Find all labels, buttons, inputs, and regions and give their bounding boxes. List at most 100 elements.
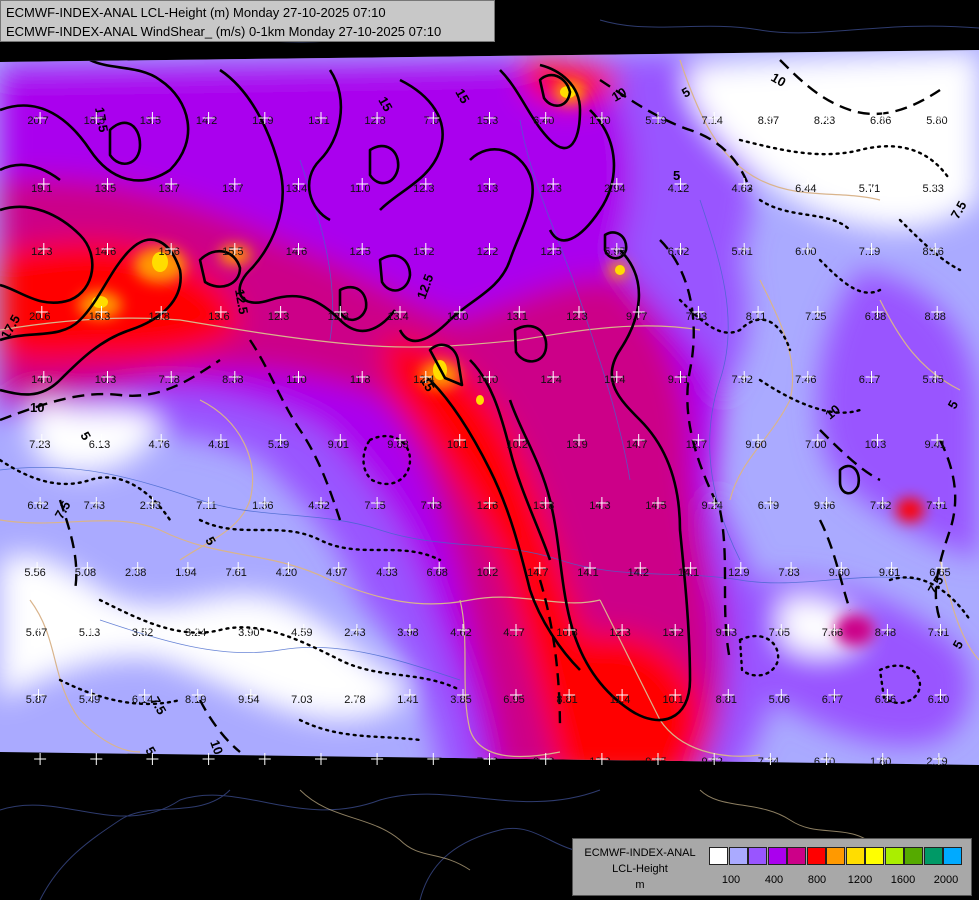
station-value: 6.13 — [89, 439, 110, 451]
station-value: 14.3 — [589, 500, 610, 512]
legend-tick: 800 — [807, 874, 827, 886]
station-value: 6.79 — [758, 500, 779, 512]
station-value: 4.12 — [668, 183, 689, 195]
station-value: 13.4 — [387, 311, 408, 323]
grid-cross — [34, 753, 47, 765]
station-value: 3.55 — [364, 756, 385, 768]
legend-tick: 2000 — [933, 874, 959, 886]
legend-tick: 1600 — [890, 874, 916, 886]
map-viewer: 17.5 17.5 15 15 15 12.5 12.5 10 10 10 10… — [0, 0, 979, 900]
station-value: 6.68 — [426, 567, 447, 579]
station-value: 4.81 — [208, 439, 229, 451]
color-legend: ECMWF-INDEX-ANAL LCL-Height m 100 400 800 1… — [572, 838, 972, 896]
weather-map[interactable]: 17.5 17.5 15 15 15 12.5 12.5 10 10 10 10… — [0, 0, 979, 900]
station-value: 2.78 — [344, 694, 365, 706]
station-value: 4.63 — [731, 183, 752, 195]
station-value: 8.81 — [716, 694, 737, 706]
station-value: 6.86 — [875, 694, 896, 706]
station-value: 9.77 — [626, 311, 647, 323]
legend-swatch — [923, 847, 943, 865]
map-title-box: ECMWF-INDEX-ANAL LCL-Height (m) Monday 2… — [0, 0, 495, 42]
station-value: 5.80 — [926, 115, 947, 127]
station-value: 7.15 — [364, 500, 385, 512]
station-value: 12.4 — [413, 374, 434, 386]
station-value: 16.3 — [89, 311, 110, 323]
legend-title-param: LCL-Height — [612, 863, 668, 875]
station-value: 1.36 — [252, 500, 273, 512]
station-value: 4.62 — [450, 627, 471, 639]
station-value: 7.03 — [421, 500, 442, 512]
legend-swatch — [709, 847, 728, 865]
station-value: 8.16 — [922, 246, 943, 258]
station-value: 20.7 — [27, 115, 48, 127]
station-value: 4.59 — [291, 627, 312, 639]
station-value: 7.82 — [477, 756, 498, 768]
station-value: 10.3 — [196, 756, 217, 768]
station-value: 3.98 — [397, 627, 418, 639]
station-value: 9.82 — [701, 756, 722, 768]
station-value: 9.83 — [716, 627, 737, 639]
station-value: 12.9 — [728, 567, 749, 579]
station-value: 6.44 — [795, 183, 816, 195]
station-value: 14.0 — [31, 374, 52, 386]
legend-title-model: ECMWF-INDEX-ANAL — [584, 847, 696, 859]
station-value: 12.4 — [540, 374, 561, 386]
station-value: 15.3 — [477, 115, 498, 127]
station-value: 9.15 — [252, 756, 273, 768]
station-value: 7.91 — [926, 500, 947, 512]
legend-swatch — [884, 847, 904, 865]
legend-tick: 1200 — [847, 874, 873, 886]
station-value: 7.18 — [158, 374, 179, 386]
station-value: 6.17 — [859, 374, 880, 386]
station-value: 8.97 — [758, 115, 779, 127]
station-value: 11.8 — [350, 374, 371, 386]
station-value: 9.41 — [924, 439, 945, 451]
station-value: 2.43 — [344, 627, 365, 639]
station-value: 2.94 — [604, 183, 625, 195]
station-value: 3.24 — [185, 627, 206, 639]
station-value: 13.8 — [148, 311, 169, 323]
legend-tick: 400 — [764, 874, 784, 886]
station-value: 13.9 — [566, 439, 587, 451]
station-value: 5.81 — [731, 246, 752, 258]
station-value: 2.19 — [926, 756, 947, 768]
station-value: 9.83 — [387, 439, 408, 451]
station-value: 2.21 — [84, 756, 105, 768]
station-value: 12.5 — [540, 246, 561, 258]
station-value: 12.3 — [609, 627, 630, 639]
station-value: 14.2 — [628, 567, 649, 579]
station-value: 9.61 — [879, 567, 900, 579]
station-value: 5.95 — [604, 246, 625, 258]
station-value: 8.38 — [222, 374, 243, 386]
station-value: 14.6 — [286, 246, 307, 258]
legend-swatch — [806, 847, 826, 865]
station-value: 9.24 — [701, 500, 722, 512]
station-value: 6.00 — [795, 246, 816, 258]
station-value: 7.0 — [424, 115, 439, 127]
legend-swatch — [865, 847, 884, 865]
legend-swatch — [728, 847, 748, 865]
station-value: 4.52 — [308, 500, 329, 512]
station-value: 14.5 — [645, 500, 666, 512]
station-value: 8.11 — [746, 311, 767, 323]
station-value: 7.43 — [84, 500, 105, 512]
station-value: 12.6 — [477, 500, 498, 512]
station-value: 7.46 — [795, 374, 816, 386]
contour-label: 5 — [673, 168, 680, 183]
station-value: 8.19 — [185, 694, 206, 706]
station-value: 12.3 — [268, 311, 289, 323]
station-value: 7.92 — [731, 374, 752, 386]
station-value: 5.85 — [922, 374, 943, 386]
station-value: 8.88 — [924, 311, 945, 323]
station-value: 9.85 — [645, 756, 666, 768]
station-value: 11.4 — [610, 694, 631, 706]
lcl-height-field: 17.5 17.5 15 15 15 12.5 12.5 10 10 10 10… — [0, 50, 979, 768]
grid-cross — [146, 753, 159, 765]
station-value: 6.14 — [132, 694, 153, 706]
station-value: 14.0 — [477, 374, 498, 386]
station-value: 12.7 — [686, 439, 707, 451]
station-value: 1.94 — [175, 567, 196, 579]
contour-label: 10 — [30, 400, 44, 415]
station-value: 6.20 — [928, 694, 949, 706]
station-value: 19.1 — [31, 183, 52, 195]
